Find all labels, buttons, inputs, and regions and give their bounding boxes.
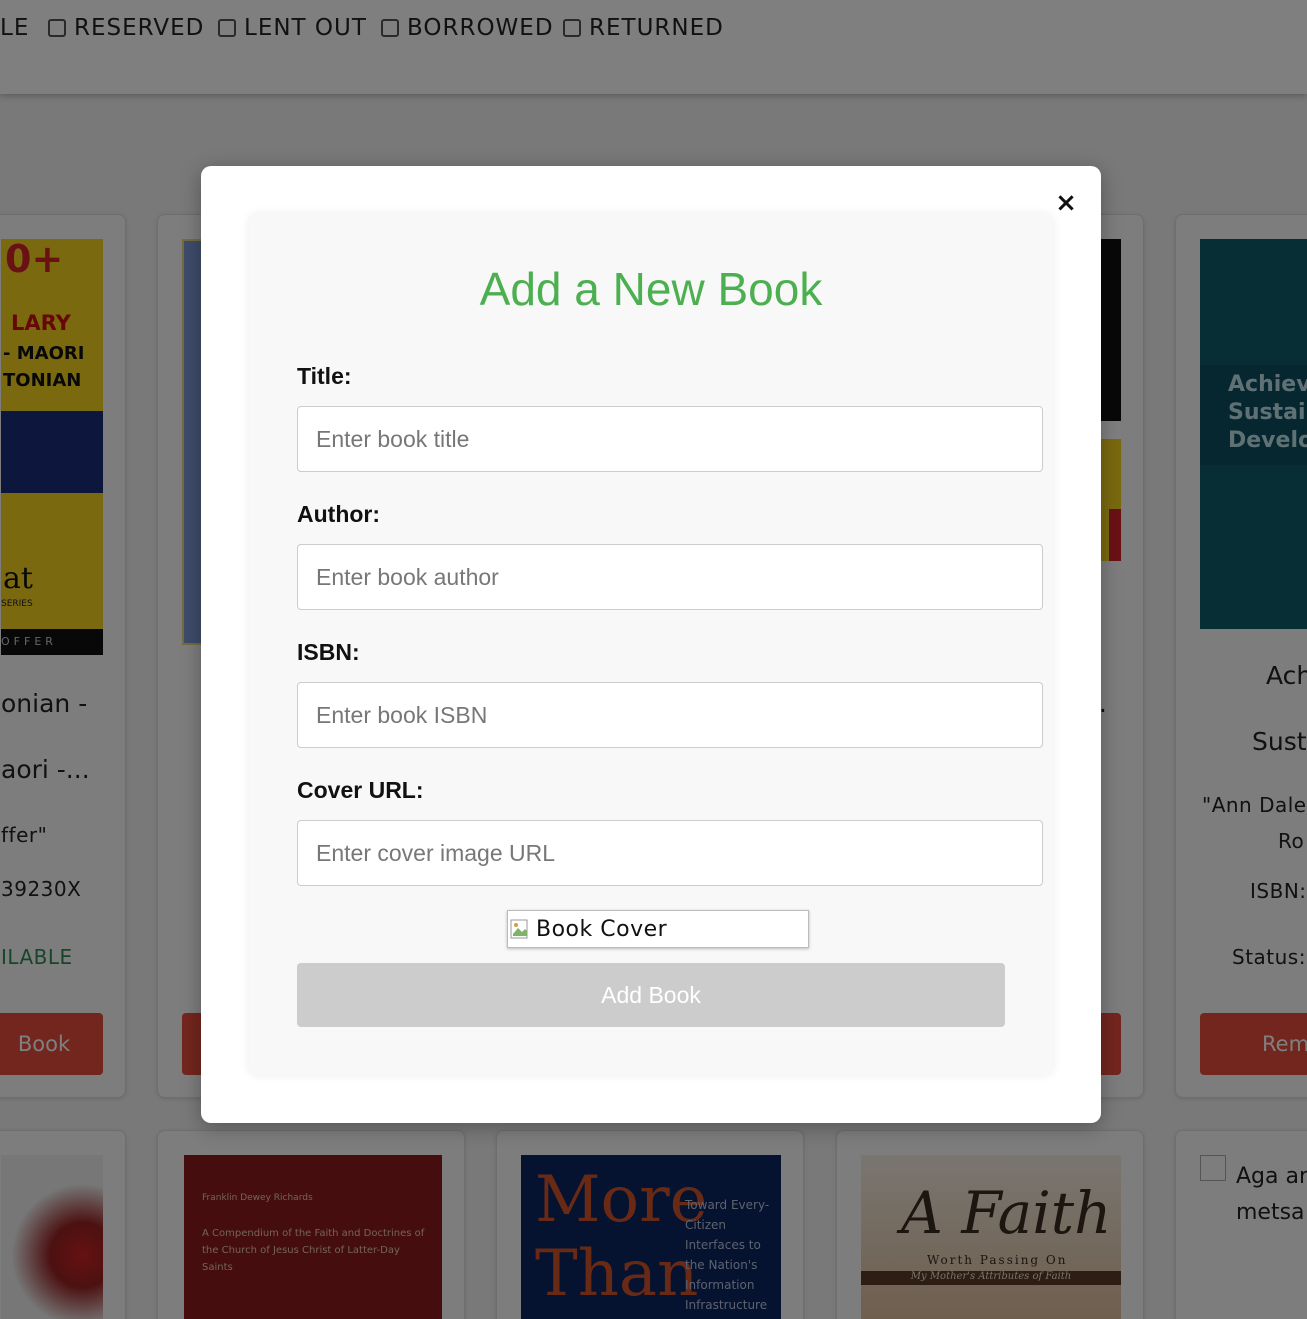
add-book-form: Add a New Book Title: Author: ISBN: Cove… xyxy=(249,214,1053,1075)
cover-url-label: Cover URL: xyxy=(297,777,424,803)
title-input[interactable] xyxy=(297,406,1043,472)
broken-image-icon xyxy=(510,917,534,941)
add-book-button[interactable]: Add Book xyxy=(297,963,1005,1027)
author-label: Author: xyxy=(297,501,381,527)
form-title: Add a New Book xyxy=(479,263,823,315)
add-book-modal: × Add a New Book Title: Author: ISBN: Co… xyxy=(201,166,1101,1123)
title-label: Title: xyxy=(297,363,352,389)
author-input[interactable] xyxy=(297,544,1043,610)
cover-url-input[interactable] xyxy=(297,820,1043,886)
isbn-label: ISBN: xyxy=(297,639,360,665)
cover-preview-alt-text: Book Cover xyxy=(536,916,668,942)
close-button[interactable]: × xyxy=(1054,190,1078,216)
cover-preview-image: Book Cover xyxy=(507,910,809,948)
isbn-input[interactable] xyxy=(297,682,1043,748)
